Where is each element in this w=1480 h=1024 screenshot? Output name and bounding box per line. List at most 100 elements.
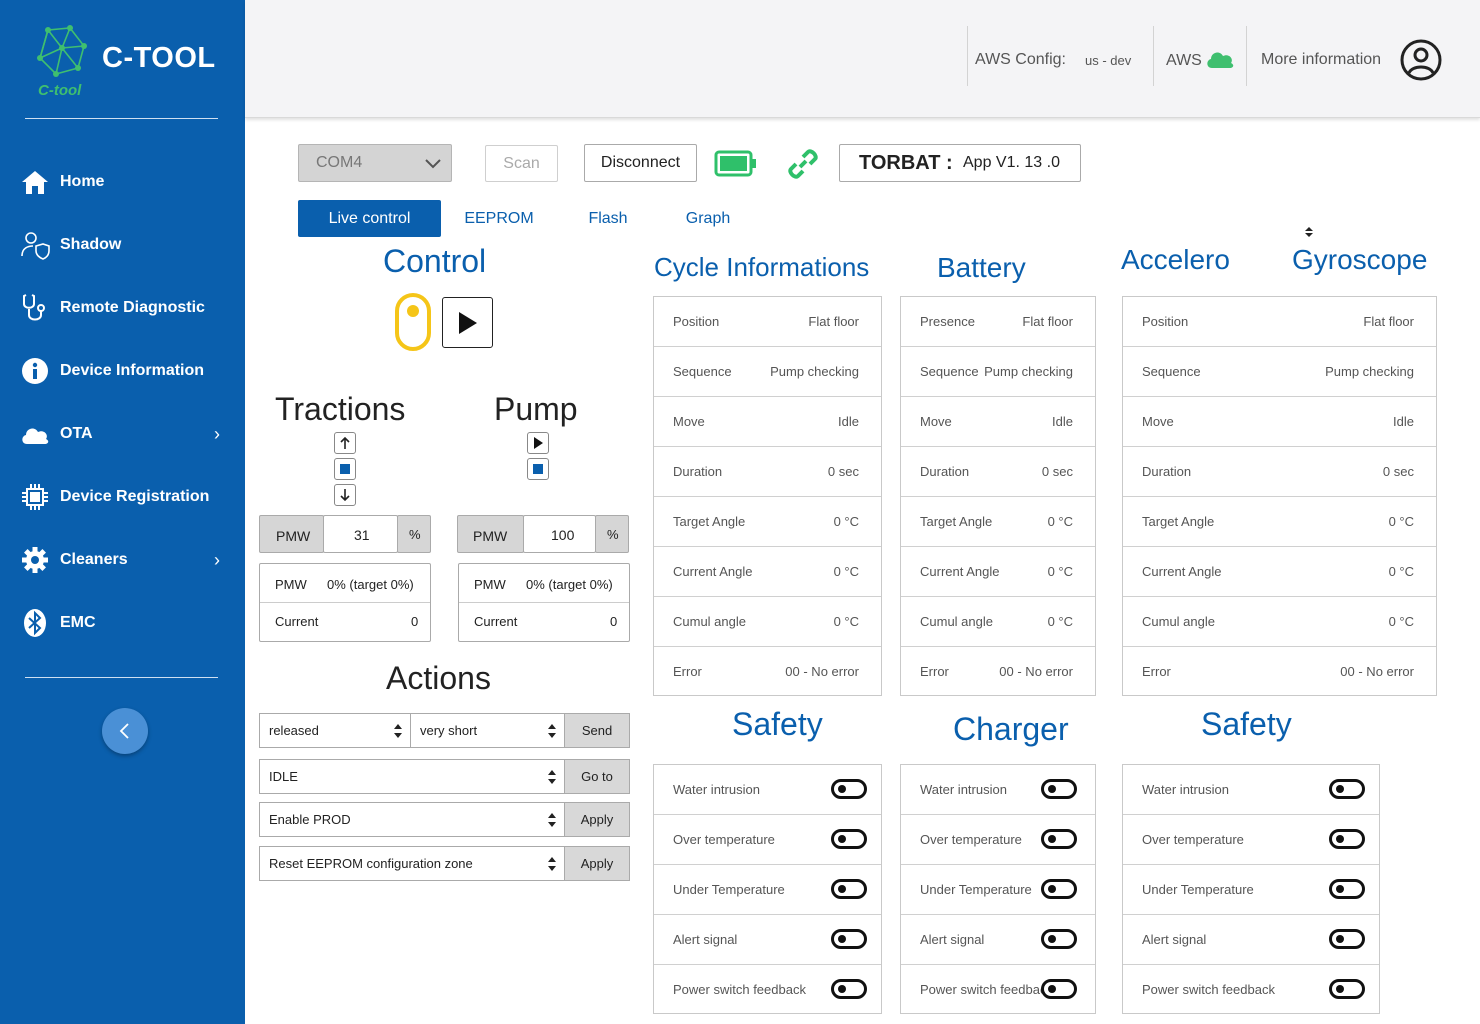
port-value: COM4 — [316, 154, 363, 171]
pump-play-button[interactable] — [527, 432, 549, 454]
row-label: Under Temperature — [1142, 882, 1254, 897]
table-row: Over temperature — [901, 815, 1095, 865]
toggle-switch[interactable] — [831, 779, 867, 799]
toggle-switch[interactable] — [831, 879, 867, 899]
nav-item-home[interactable]: Home — [0, 160, 245, 204]
current-label: Current — [474, 614, 518, 629]
table-row: Under Temperature — [901, 865, 1095, 915]
select-updown-icon — [548, 857, 556, 871]
row-label: Cumul angle — [1142, 614, 1215, 629]
toggle-switch[interactable] — [831, 929, 867, 949]
toggle-switch[interactable] — [1041, 829, 1077, 849]
toggle-switch[interactable] — [1329, 979, 1365, 999]
battery-title: Battery — [937, 252, 1026, 283]
toggle-switch[interactable] — [1329, 829, 1365, 849]
toggle-switch[interactable] — [1329, 879, 1365, 899]
table-row: Over temperature — [1123, 815, 1379, 865]
pump-title: Pump — [494, 391, 578, 427]
cycle-informations-title: Cycle Informations — [654, 252, 870, 282]
table-row: Alert signal — [1123, 915, 1379, 965]
release-select[interactable]: released — [259, 713, 411, 748]
table-row: Target Angle 0 °C — [901, 497, 1095, 547]
row-label: Sequence — [1142, 364, 1201, 379]
top-header: AWS Config: us - dev AWS More informatio… — [245, 0, 1480, 118]
traction-pmw-input[interactable]: 31 — [323, 515, 398, 553]
toggle-switch[interactable] — [1329, 779, 1365, 799]
port-select[interactable]: COM4 — [298, 144, 452, 182]
row-label: Alert signal — [920, 932, 985, 947]
brand-name: C-TOOL — [102, 42, 216, 74]
disconnect-button[interactable]: Disconnect — [584, 144, 697, 182]
traction-stop-button[interactable] — [334, 458, 356, 480]
apply-reset-button[interactable]: Apply — [564, 846, 630, 881]
nav-item-cleaners[interactable]: Cleaners › — [0, 538, 245, 582]
row-value: 0 °C — [833, 564, 859, 579]
traction-status-box: PMW 0% (target 0%) Current 0 — [259, 563, 431, 642]
collapse-sidebar-button[interactable] — [102, 708, 148, 754]
send-button[interactable]: Send — [564, 713, 630, 748]
more-information-link[interactable]: More information — [1261, 51, 1381, 69]
pump-pmw-input[interactable]: 100 — [523, 515, 596, 553]
nav-item-remote-diagnostic[interactable]: Remote Diagnostic — [0, 286, 245, 330]
user-account-icon[interactable] — [1400, 39, 1442, 81]
mode-select[interactable]: Enable PROD — [259, 802, 565, 837]
status-pmw-value: 0% (target 0%) — [526, 577, 613, 592]
row-value: Flat floor — [1363, 314, 1414, 329]
toggle-switch[interactable] — [1041, 779, 1077, 799]
toggle-switch[interactable] — [831, 829, 867, 849]
nav-item-shadow[interactable]: Shadow — [0, 223, 245, 267]
row-label: Alert signal — [673, 932, 738, 947]
sort-icon[interactable] — [1303, 226, 1315, 238]
safety-table: Water intrusion Over temperature Under Tem… — [1122, 764, 1380, 1014]
traction-forward-button[interactable] — [334, 432, 356, 454]
divider — [1153, 26, 1154, 86]
aws-config-label: AWS Config: — [975, 51, 1066, 68]
reset-select[interactable]: Reset EEPROM configuration zone — [259, 846, 565, 881]
tab-eeprom[interactable]: EEPROM — [458, 200, 540, 237]
toggle-switch[interactable] — [831, 979, 867, 999]
nav-item-ota[interactable]: OTA › — [0, 412, 245, 456]
row-value: 0 sec — [1382, 464, 1414, 479]
toggle-switch[interactable] — [1041, 929, 1077, 949]
table-row: Cumul angle 0 °C — [654, 597, 881, 647]
table-row: Duration 0 sec — [901, 447, 1095, 497]
toggle-switch[interactable] — [1329, 929, 1365, 949]
nav-item-device-registration[interactable]: Device Registration — [0, 475, 245, 519]
nav-item-device-information[interactable]: Device Information — [0, 349, 245, 393]
nav-label: Device Information — [60, 362, 205, 379]
nav-label: Shadow — [60, 236, 122, 253]
state-select[interactable]: IDLE — [259, 759, 565, 794]
row-label: Power switch feedback — [920, 982, 1053, 997]
play-button[interactable] — [442, 297, 493, 348]
divider — [260, 602, 430, 603]
power-toggle-icon[interactable] — [394, 292, 432, 352]
divider — [967, 26, 968, 86]
aws-config-value[interactable]: us - dev — [1085, 53, 1131, 68]
toggle-switch[interactable] — [1041, 879, 1077, 899]
pump-stop-button[interactable] — [527, 458, 549, 480]
table-row: Sequence Pump checking — [1123, 347, 1436, 397]
tab-graph[interactable]: Graph — [675, 200, 741, 237]
row-value: 0 °C — [1047, 514, 1073, 529]
table-row: Under Temperature — [1123, 865, 1379, 915]
reset-value: Reset EEPROM configuration zone — [269, 856, 473, 871]
link-connected-icon — [788, 149, 818, 179]
nav-label: OTA — [60, 425, 93, 442]
apply-mode-button[interactable]: Apply — [564, 802, 630, 837]
pmw-label-box: PMW — [457, 515, 524, 553]
scan-button[interactable]: Scan — [485, 145, 558, 182]
traction-backward-button[interactable] — [334, 484, 356, 506]
control-title: Control — [383, 243, 487, 279]
nav-item-emc[interactable]: EMC — [0, 601, 245, 645]
row-value: Pump checking — [984, 364, 1073, 379]
goto-button[interactable]: Go to — [564, 759, 630, 794]
percent-unit: % — [409, 527, 421, 542]
table-row: Water intrusion — [654, 765, 881, 815]
toggle-switch[interactable] — [1041, 979, 1077, 999]
duration-select[interactable]: very short — [410, 713, 565, 748]
tab-live-control[interactable]: Live control — [298, 200, 441, 237]
select-updown-icon — [548, 724, 556, 738]
row-label: Current Angle — [920, 564, 1000, 579]
tab-flash[interactable]: Flash — [578, 200, 638, 237]
select-updown-icon — [394, 724, 402, 738]
